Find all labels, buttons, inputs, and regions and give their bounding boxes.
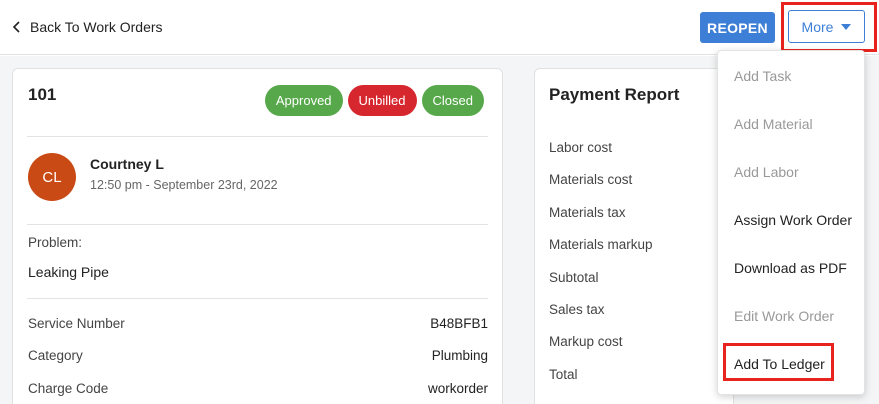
menu-item-assign-work-order[interactable]: Assign Work Order — [734, 212, 852, 228]
problem-value: Leaking Pipe — [28, 264, 109, 280]
add-to-ledger-highlight — [723, 343, 834, 381]
back-label: Back To Work Orders — [30, 19, 163, 35]
sales-tax-label: Sales tax — [549, 302, 605, 317]
menu-item-add-task[interactable]: Add Task — [734, 68, 791, 84]
chevron-left-icon — [12, 21, 20, 33]
charge-code-value: workorder — [427, 381, 488, 396]
divider — [27, 298, 488, 299]
markup-cost-label: Markup cost — [549, 334, 623, 349]
work-order-id: 101 — [28, 85, 57, 104]
more-label: More — [801, 18, 834, 35]
charge-code-label: Charge Code — [28, 381, 109, 396]
more-button[interactable]: More — [788, 10, 865, 43]
menu-item-download-pdf[interactable]: Download as PDF — [734, 260, 847, 276]
divider — [27, 224, 488, 225]
closed-badge: Closed — [421, 85, 484, 116]
reopen-button[interactable]: REOPEN — [700, 12, 775, 43]
category-label: Category — [28, 348, 83, 363]
category-value: Plumbing — [431, 348, 488, 363]
avatar: CL — [28, 153, 76, 201]
materials-tax-label: Materials tax — [549, 205, 626, 220]
labor-cost-label: Labor cost — [549, 140, 613, 155]
menu-item-edit-work-order[interactable]: Edit Work Order — [734, 308, 834, 324]
menu-item-add-material[interactable]: Add Material — [734, 116, 813, 132]
back-to-work-orders-link[interactable]: Back To Work Orders — [12, 19, 163, 35]
caret-down-icon — [841, 23, 852, 30]
subtotal-label: Subtotal — [549, 270, 599, 285]
materials-markup-label: Materials markup — [549, 237, 653, 252]
materials-cost-label: Materials cost — [549, 172, 633, 187]
menu-item-add-labor[interactable]: Add Labor — [734, 164, 799, 180]
service-number-label: Service Number — [28, 316, 125, 331]
approved-badge: Approved — [264, 85, 343, 116]
author-timestamp: 12:50 pm - September 23rd, 2022 — [90, 178, 278, 192]
total-label: Total — [549, 367, 578, 382]
problem-label: Problem: — [28, 235, 83, 250]
payment-report-card: Payment Report Labor cost Materials cost… — [534, 68, 734, 404]
work-order-card: 101 Approved Unbilled Closed CL Courtney… — [12, 68, 503, 404]
unbilled-badge: Unbilled — [347, 85, 417, 116]
top-bar: Back To Work Orders REOPEN More — [0, 0, 879, 55]
service-number-value: B48BFB1 — [430, 316, 488, 331]
payment-report-title: Payment Report — [549, 85, 680, 104]
divider — [27, 136, 488, 137]
author-name: Courtney L — [90, 156, 164, 172]
status-badges: Approved Unbilled Closed — [264, 85, 484, 116]
